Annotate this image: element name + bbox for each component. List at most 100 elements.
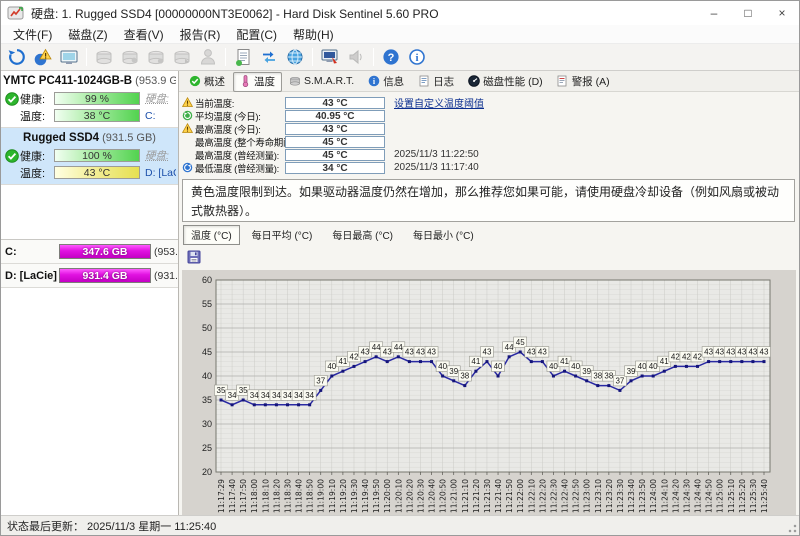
data-point (718, 360, 721, 363)
data-point (508, 355, 511, 358)
min-temp-timestamp: 2025/11/3 11:17:40 (385, 162, 479, 173)
chart-tab-daily-max[interactable]: 每日最高 (°C) (324, 225, 401, 245)
data-point (685, 364, 688, 367)
data-point-label: 42 (671, 352, 680, 361)
data-point-label: 45 (516, 338, 525, 347)
temp-gauge-value: 34 °C (286, 163, 384, 173)
tab-label: 概述 (204, 74, 225, 89)
data-point-label: 40 (571, 362, 580, 371)
data-point (452, 379, 455, 382)
remote-monitor-icon[interactable] (317, 46, 343, 69)
temperature-summary: 当前温度: 43 °C 设置自定义温度阈值 平均温度 (今日): 40.95 °… (179, 92, 799, 176)
data-point (474, 369, 477, 372)
menu-file[interactable]: 文件(F) (5, 25, 60, 44)
data-point-label: 41 (560, 357, 569, 366)
data-point-label: 40 (638, 362, 647, 371)
temp-row-label: 最高温度 (今日): (195, 122, 285, 136)
partition-label: C: (5, 246, 59, 258)
svg-text:25: 25 (202, 443, 212, 453)
info-icon[interactable]: i (404, 46, 430, 69)
svg-text:30: 30 (202, 419, 212, 429)
data-point-label: 43 (715, 347, 724, 356)
disk-test-icon[interactable] (117, 46, 143, 69)
surface-view-icon[interactable] (56, 46, 82, 69)
svg-text:11:19:20: 11:19:20 (339, 478, 348, 512)
temp-bar: 43 °C (54, 166, 140, 179)
svg-text:11:22:30: 11:22:30 (549, 478, 558, 512)
svg-text:11:23:10: 11:23:10 (594, 478, 603, 512)
svg-text:11:18:50: 11:18:50 (306, 478, 315, 512)
tab-smart[interactable]: S.M.A.R.T. (283, 73, 361, 91)
alert-settings-icon[interactable] (30, 46, 56, 69)
set-threshold-link[interactable]: 设置自定义温度阈值 (394, 99, 484, 110)
drive-letter[interactable]: C: (140, 110, 176, 122)
tab-alerts[interactable]: 警报 (A) (551, 72, 617, 92)
temp-gauge-value: 45 °C (286, 150, 384, 160)
menu-config[interactable]: 配置(C) (228, 25, 285, 44)
menu-help[interactable]: 帮助(H) (285, 25, 342, 44)
drive-item-ymtc[interactable]: YMTC PC411-1024GB-B (953.9 GB) 健康: 99 % … (1, 71, 178, 128)
chart-tab-daily-min[interactable]: 每日最小 (°C) (405, 225, 482, 245)
data-point-label: 40 (438, 362, 447, 371)
data-point-label: 43 (737, 347, 746, 356)
drive-item-rugged-ssd4[interactable]: Rugged SSD4 (931.5 GB) 健康: 100 % 硬盘: 温度:… (1, 128, 178, 185)
data-point (763, 360, 766, 363)
svg-text:11:24:40: 11:24:40 (694, 478, 703, 512)
help-icon[interactable]: ? (378, 46, 404, 69)
window-title: 硬盘: 1. Rugged SSD4 [00000000NT3E0062] - … (31, 5, 697, 22)
drive-letter[interactable]: D: [LaCie] (140, 167, 176, 179)
sound-alert-icon[interactable] (343, 46, 369, 69)
disk-detect-icon[interactable] (91, 46, 117, 69)
data-point-label: 43 (416, 347, 425, 356)
refresh-icon[interactable] (4, 46, 30, 69)
resize-grip-icon[interactable] (785, 521, 798, 534)
chart-tab-temperature[interactable]: 温度 (°C) (183, 225, 240, 245)
health-value: 100 % (55, 150, 139, 161)
save-chart-button[interactable] (184, 248, 204, 265)
svg-text:11:25:30: 11:25:30 (749, 478, 758, 512)
data-point-label: 34 (294, 390, 303, 399)
disk-tools-icon[interactable] (143, 46, 169, 69)
data-point-label: 39 (449, 366, 458, 375)
data-point (740, 360, 743, 363)
close-button[interactable]: × (765, 1, 799, 25)
menu-view[interactable]: 查看(V) (116, 25, 172, 44)
partition-row-d[interactable]: D: [LaCie] 931.4 GB (931.5 GB) (1, 264, 178, 288)
svg-text:11:19:50: 11:19:50 (372, 478, 381, 512)
data-point (264, 403, 267, 406)
svg-text:11:17:40: 11:17:40 (228, 478, 237, 512)
data-point-label: 34 (228, 390, 237, 399)
tab-disk-performance[interactable]: 磁盘性能 (D) (462, 72, 550, 92)
tab-overview[interactable]: 概述 (183, 72, 232, 92)
svg-text:11:21:40: 11:21:40 (494, 478, 503, 512)
chart-tab-daily-average[interactable]: 每日平均 (°C) (244, 225, 321, 245)
svg-text:11:23:50: 11:23:50 (638, 478, 647, 512)
menu-disk[interactable]: 磁盘(Z) (60, 25, 115, 44)
svg-text:11:21:20: 11:21:20 (472, 478, 481, 512)
svg-text:35: 35 (202, 395, 212, 405)
tab-log[interactable]: 日志 (412, 72, 461, 92)
drive-model: YMTC PC411-1024GB-B (3, 75, 132, 87)
minimize-button[interactable]: – (697, 1, 731, 25)
user-icon[interactable] (195, 46, 221, 69)
data-point-label: 44 (372, 342, 381, 351)
sync-icon[interactable] (256, 46, 282, 69)
tab-information[interactable]: i 信息 (362, 72, 411, 92)
svg-text:55: 55 (202, 299, 212, 309)
data-point (463, 384, 466, 387)
network-icon[interactable] (282, 46, 308, 69)
svg-text:11:18:40: 11:18:40 (295, 478, 304, 512)
tab-temperature[interactable]: 温度 (233, 72, 282, 92)
disk-link[interactable]: 硬盘: (140, 148, 176, 163)
tab-label: 信息 (383, 74, 404, 89)
temp-gauge: 40.95 °C (285, 110, 385, 122)
disk-scan-icon[interactable] (169, 46, 195, 69)
data-point (220, 398, 223, 401)
report-icon[interactable] (230, 46, 256, 69)
menu-report[interactable]: 报告(R) (172, 25, 229, 44)
warning-icon (179, 97, 195, 108)
log-page-icon (417, 75, 430, 88)
partition-row-c[interactable]: C: 347.6 GB (953.9 GB) (1, 240, 178, 264)
disk-link[interactable]: 硬盘: (140, 91, 176, 106)
maximize-button[interactable]: □ (731, 1, 765, 25)
